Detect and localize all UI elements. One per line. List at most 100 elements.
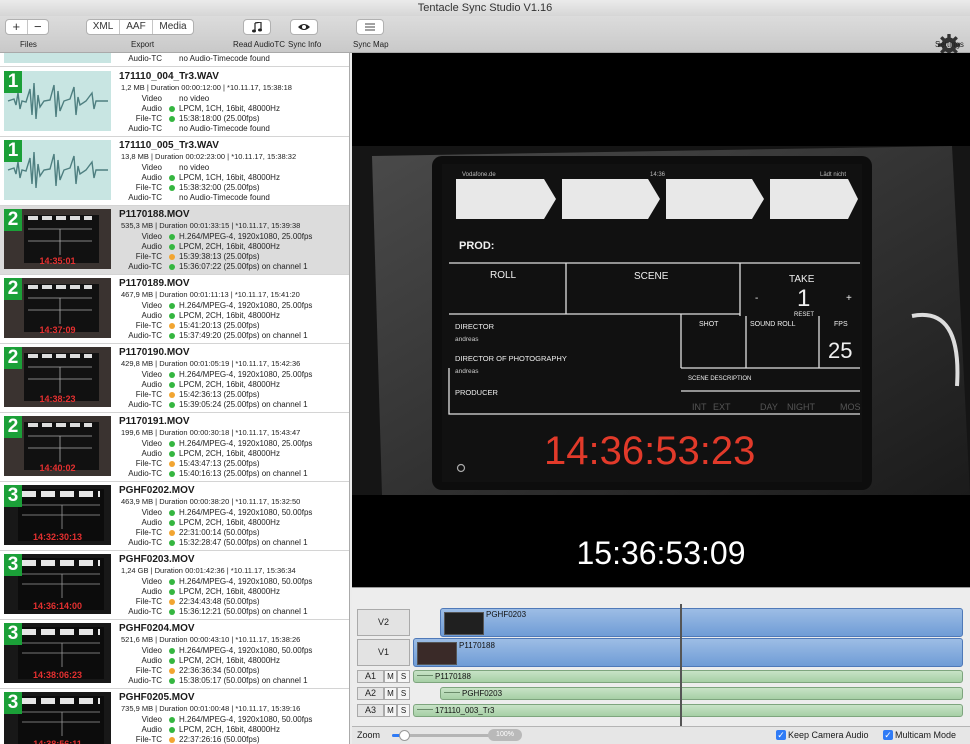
- track-label-a1[interactable]: A1: [357, 670, 384, 683]
- mute-a2-button[interactable]: M: [384, 687, 397, 700]
- status-dot-icon: [169, 519, 175, 526]
- audio-label: Audio: [141, 587, 162, 596]
- audio-tc-label: Audio-TC: [128, 538, 162, 547]
- zoom-slider-track[interactable]: [392, 730, 492, 741]
- video-value: no video: [179, 94, 210, 103]
- playhead[interactable]: [680, 604, 682, 726]
- audio-value: LPCM, 1CH, 16bit, 48000Hz: [179, 104, 280, 113]
- solo-a2-button[interactable]: S: [397, 687, 410, 700]
- multicam-mode-checkbox[interactable]: ✓: [883, 730, 893, 740]
- solo-a1-button[interactable]: S: [397, 670, 410, 683]
- list-item[interactable]: 3 14:38:56:11 PGHF0205.MOV 735,9 MB | Durat…: [0, 689, 349, 744]
- clip-a2[interactable]: PGHF0203: [440, 687, 963, 700]
- file-tc-value: 22:31:00:14 (50.00fps): [179, 528, 260, 537]
- solo-a3-button[interactable]: S: [397, 704, 410, 717]
- audio-row: Audio LPCM, 2CH, 16bit, 48000Hz: [100, 587, 349, 597]
- track-label-a2[interactable]: A2: [357, 687, 384, 700]
- list-item[interactable]: 1 171110_005_Tr3.WAV 13,8 MB | Duration 00…: [0, 137, 349, 206]
- file-meta: 199,6 MB | Duration 00:00:30:18 | *10.11…: [121, 428, 301, 437]
- keep-camera-audio-checkbox[interactable]: ✓: [776, 730, 786, 740]
- slate-sound-roll: SOUND ROLL: [750, 321, 796, 328]
- remove-file-button[interactable]: −: [28, 20, 49, 34]
- file-tc-value: 15:38:32:00 (25.00fps): [179, 183, 260, 192]
- file-thumbnail: 1: [4, 140, 111, 200]
- thumbnail-timecode: 14:37:09: [39, 325, 76, 335]
- list-item[interactable]: 3 14:38:06:23 PGHF0204.MOV 521,6 MB | Durat…: [0, 620, 349, 689]
- audio-tc-label: Audio-TC: [128, 676, 162, 685]
- video-viewer[interactable]: Vodafone.de 14:36 Lädt nicht PROD: ROLL …: [352, 53, 970, 587]
- add-file-button[interactable]: +: [6, 20, 28, 34]
- slate-fps-label: FPS: [834, 321, 848, 328]
- sync-group-badge: 3: [4, 692, 22, 714]
- list-item[interactable]: 2 14:37:09 P1170189.MOV 467,9 MB | Duration…: [0, 275, 349, 344]
- sync-group-badge: 3: [4, 485, 22, 507]
- status-dot-icon: [169, 96, 175, 102]
- file-list[interactable]: Audio-TC no Audio-Timecode found 1 171110_…: [0, 53, 350, 744]
- list-item[interactable]: 2 14:38:23 P1170190.MOV 429,8 MB | Duration…: [0, 344, 349, 413]
- file-tc-label: File-TC: [135, 666, 162, 675]
- track-label-v1[interactable]: V1: [357, 639, 410, 666]
- video-row: Video H.264/MPEG-4, 1920x1080, 50.00fps: [100, 577, 349, 587]
- status-dot-icon: [169, 184, 175, 191]
- export-aaf-button[interactable]: AAF: [120, 20, 153, 34]
- slate-scene: SCENE: [634, 271, 669, 282]
- sync-info-button[interactable]: [290, 19, 318, 35]
- sync-group-badge: 2: [4, 278, 22, 300]
- clip-a3[interactable]: 171110_003_Tr3: [413, 704, 963, 717]
- audio-label: Audio: [141, 242, 162, 251]
- slate-director-name: andreas: [455, 336, 479, 343]
- waveform-icon: [417, 675, 433, 680]
- audio-row: Audio LPCM, 2CH, 16bit, 48000Hz: [100, 518, 349, 528]
- settings-label: Settings: [935, 40, 964, 49]
- list-item[interactable]: 1 171110_004_Tr3.WAV 1,2 MB | Duration 00:…: [0, 68, 349, 137]
- file-name: P1170190.MOV: [119, 347, 190, 358]
- audio-tc-label: Audio-TC: [128, 124, 162, 133]
- clip-v2[interactable]: PGHF0203: [440, 608, 963, 637]
- status-dot-icon: [169, 440, 175, 447]
- export-xml-button[interactable]: XML: [87, 20, 120, 34]
- audio-tc-label: Audio-TC: [128, 193, 162, 202]
- mute-a3-button[interactable]: M: [384, 704, 397, 717]
- list-item[interactable]: 2 14:40:02 P1170191.MOV 199,6 MB | Duration…: [0, 413, 349, 482]
- file-tc-row: File-TC 15:38:32:00 (25.00fps): [100, 183, 349, 193]
- clip-a3-label: 171110_003_Tr3: [435, 706, 495, 715]
- sync-map-timeline[interactable]: V2 V1 A1 M S A2 M S A3 M S PGHF0203 P117…: [352, 587, 970, 744]
- video-row: Video H.264/MPEG-4, 1920x1080, 25.00fps: [100, 301, 349, 311]
- read-audiotc-button[interactable]: [243, 19, 271, 35]
- list-item[interactable]: 3 14:36:14:00 PGHF0203.MOV 1,24 GB | Durati…: [0, 551, 349, 620]
- video-label: Video: [141, 163, 162, 172]
- track-label-a3[interactable]: A3: [357, 704, 384, 717]
- slate-timecode: 14:36:53:23: [544, 429, 755, 473]
- zoom-slider-knob[interactable]: [399, 730, 410, 741]
- sync-info-label: Sync Info: [288, 40, 322, 49]
- clip-a1[interactable]: P1170188: [413, 670, 963, 683]
- file-thumbnail: 2 14:37:09: [4, 278, 111, 338]
- bottom-bar: Zoom 100% ✓ Keep Camera Audio ✓ Multicam…: [352, 726, 970, 744]
- status-dot-icon: [169, 371, 175, 378]
- file-thumbnail: 3 14:36:14:00: [4, 554, 111, 614]
- sync-map-button[interactable]: [356, 19, 384, 35]
- audio-tc-value: 15:38:05:17 (50.00fps) on channel 1: [179, 676, 308, 685]
- video-value: H.264/MPEG-4, 1920x1080, 50.00fps: [179, 577, 313, 586]
- track-label-v2[interactable]: V2: [357, 609, 410, 636]
- audio-row: Audio LPCM, 2CH, 16bit, 48000Hz: [100, 449, 349, 459]
- sync-group-badge: 3: [4, 554, 22, 576]
- export-media-button[interactable]: Media: [153, 20, 193, 34]
- mute-a1-button[interactable]: M: [384, 670, 397, 683]
- list-item[interactable]: 3 14:32:30:13 PGHF0202.MOV 463,9 MB | Durat…: [0, 482, 349, 551]
- clip-v1[interactable]: P1170188: [413, 638, 963, 667]
- file-thumbnail: 2 14:35:01: [4, 209, 111, 269]
- file-tc-label: File-TC: [135, 459, 162, 468]
- sync-group-badge: 2: [4, 416, 22, 438]
- video-label: Video: [141, 370, 162, 379]
- video-value: H.264/MPEG-4, 1920x1080, 25.00fps: [179, 301, 313, 310]
- list-item-partial[interactable]: Audio-TC no Audio-Timecode found: [0, 53, 349, 67]
- video-value: H.264/MPEG-4, 1920x1080, 50.00fps: [179, 646, 313, 655]
- files-segment: + −: [5, 19, 49, 35]
- slate-carrier: Vodafone.de: [462, 172, 496, 178]
- list-item[interactable]: 2 14:35:01 P1170188.MOV 535,3 MB | Duration…: [0, 206, 349, 275]
- audio-tc-row: Audio-TC 15:39:05:24 (25.00fps) on channe…: [100, 400, 349, 410]
- clapperboard-frame: Vodafone.de 14:36 Lädt nicht PROD: ROLL …: [352, 146, 970, 495]
- file-tc-row: File-TC 15:39:38:13 (25.00fps): [100, 252, 349, 262]
- file-thumbnail: 3 14:32:30:13: [4, 485, 111, 545]
